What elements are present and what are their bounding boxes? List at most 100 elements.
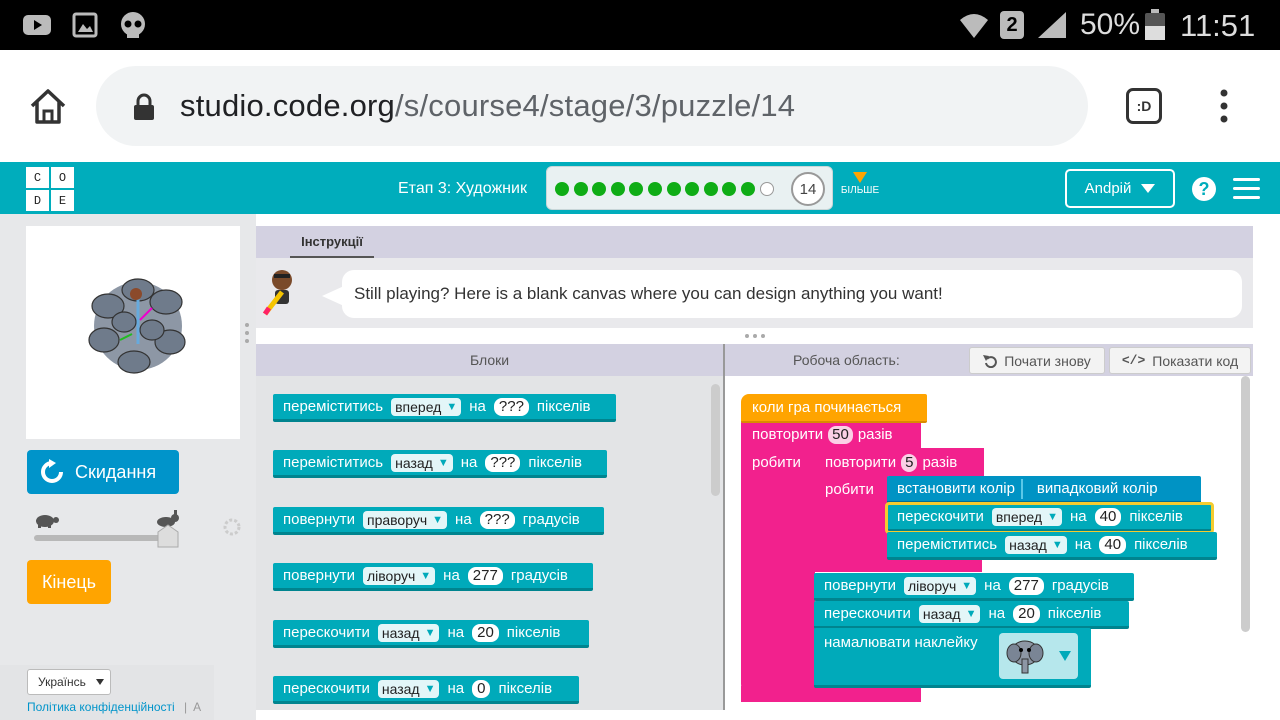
footer-more-link[interactable]: A xyxy=(193,700,201,714)
progress-dot-empty[interactable] xyxy=(759,182,774,196)
block-label: на xyxy=(1074,536,1092,553)
dropdown-arrow-icon: ▼ xyxy=(961,579,973,592)
repeat-block-inner[interactable]: повторити 5 разів xyxy=(814,448,984,476)
amount-input[interactable]: 277 xyxy=(1008,576,1044,595)
direction-dropdown[interactable]: назад ▼ xyxy=(1005,535,1067,554)
progress-dot-completed[interactable] xyxy=(573,182,588,196)
repeat-block-outer[interactable]: повторити 50 разів xyxy=(741,421,921,448)
tab-switcher-icon[interactable]: :D xyxy=(1126,88,1162,124)
current-puzzle-bubble[interactable]: 14 xyxy=(791,172,825,206)
start-over-button[interactable]: Почати знову xyxy=(969,347,1105,374)
progress-dot-completed[interactable] xyxy=(666,182,681,196)
toolbox-block[interactable]: повернути ліворуч ▼ на 277 градусів xyxy=(273,563,593,591)
progress-dot-completed[interactable] xyxy=(685,182,700,196)
amount-input[interactable]: 20 xyxy=(1013,604,1040,623)
amount-input[interactable]: 277 xyxy=(467,566,503,585)
battery-icon xyxy=(1145,9,1165,40)
logo-letter: E xyxy=(51,190,74,211)
amount-input[interactable]: 40 xyxy=(1094,507,1122,526)
block-label: на xyxy=(469,398,486,415)
instructions-resize-icon[interactable] xyxy=(744,333,766,339)
progress-dot-completed[interactable] xyxy=(555,182,569,196)
repeat-count[interactable]: 50 xyxy=(828,426,853,444)
direction-value: назад xyxy=(381,624,420,641)
direction-value: назад xyxy=(381,680,420,697)
when-run-block[interactable]: коли гра починається xyxy=(741,394,927,423)
jump-forward-block[interactable]: перескочити вперед ▼ на 40 пікселів xyxy=(885,502,1214,534)
jump-backward-block[interactable]: перескочити назад ▼ на 20 пікселів xyxy=(814,601,1129,629)
turtle-icon xyxy=(36,515,59,528)
workspace-scrollbar[interactable] xyxy=(1241,376,1250,632)
direction-dropdown[interactable]: ліворуч ▼ xyxy=(362,566,436,585)
url-text[interactable]: studio.code.org/s/course4/stage/3/puzzle… xyxy=(180,88,795,124)
amount-input[interactable]: ??? xyxy=(479,510,515,529)
progress-dot-completed[interactable] xyxy=(703,182,718,196)
more-button[interactable]: БІЛЬШЕ xyxy=(840,172,880,196)
amount-input[interactable]: ??? xyxy=(485,453,521,472)
elephant-pattern-drawing xyxy=(88,278,186,374)
logo-letter: C xyxy=(26,167,49,188)
direction-dropdown[interactable]: назад ▼ xyxy=(918,604,981,623)
speed-slider-track[interactable] xyxy=(34,535,174,541)
block-label: на xyxy=(443,567,460,584)
show-code-button[interactable]: </> Показати код xyxy=(1109,347,1251,374)
dropdown-arrow-icon: ▼ xyxy=(1047,510,1058,523)
start-over-label: Почати знову xyxy=(1004,352,1091,369)
amount-input[interactable]: 40 xyxy=(1099,535,1127,554)
privacy-policy-link[interactable]: Політика конфіденційності xyxy=(27,700,175,714)
reset-button[interactable]: Скидання xyxy=(27,450,179,494)
resize-handle-icon[interactable] xyxy=(244,322,250,344)
unit-label: градусів xyxy=(1051,577,1109,594)
block-label: на xyxy=(447,680,465,697)
toolbox-block[interactable]: переміститись назад ▼ на??? пікселів xyxy=(273,450,607,478)
code-logo[interactable]: C O D E xyxy=(26,167,74,211)
move-backward-block[interactable]: переміститись назад ▼ на 40 пікселів xyxy=(887,532,1217,560)
finish-button[interactable]: Кінець xyxy=(27,560,111,604)
direction-dropdown[interactable]: вперед ▼ xyxy=(391,397,462,416)
user-menu-button[interactable]: Andрій xyxy=(1065,169,1175,208)
repeat-outer-footer xyxy=(741,686,921,702)
amount-input[interactable]: 0 xyxy=(472,679,491,698)
progress-dot-completed[interactable] xyxy=(722,182,737,196)
direction-dropdown[interactable]: назад ▼ xyxy=(391,453,453,472)
home-icon[interactable] xyxy=(28,86,68,126)
instructions-text: Still playing? Here is a blank canvas wh… xyxy=(342,270,1242,318)
toolbox-scrollbar[interactable] xyxy=(711,384,720,496)
set-color-block[interactable]: встановити колір випадковий колір xyxy=(887,476,1201,504)
toolbox-block[interactable]: перескочити назад ▼ на 0 пікселів xyxy=(273,676,579,704)
tab-instructions[interactable]: Інструкції xyxy=(290,226,374,258)
direction-dropdown[interactable]: назад ▼ xyxy=(377,679,440,698)
direction-value: назад xyxy=(1009,536,1047,553)
more-vert-icon[interactable] xyxy=(1216,88,1232,124)
direction-dropdown[interactable]: назад ▼ xyxy=(377,623,440,642)
progress-dot-completed[interactable] xyxy=(629,182,644,196)
sticker-dropdown[interactable] xyxy=(999,633,1078,679)
turn-left-block[interactable]: повернути ліворуч ▼ на 277 градусів xyxy=(814,573,1134,601)
block-label: на xyxy=(1069,508,1087,525)
toolbox-header: Блоки xyxy=(470,352,510,368)
amount-input[interactable]: ??? xyxy=(493,397,529,416)
dropdown-arrow-icon: ▼ xyxy=(424,626,436,639)
block-label: на xyxy=(460,454,478,471)
wifi-icon xyxy=(960,14,988,38)
amount-input[interactable]: 20 xyxy=(472,623,499,642)
progress-dot-completed[interactable] xyxy=(610,182,625,196)
direction-value: ліворуч xyxy=(907,577,957,594)
progress-dot-completed[interactable] xyxy=(592,182,607,196)
toolbox-block[interactable]: переміститись вперед ▼ на??? пікселів xyxy=(273,394,616,422)
progress-dot-completed[interactable] xyxy=(741,182,755,196)
direction-dropdown[interactable]: праворуч ▼ xyxy=(362,510,448,529)
direction-dropdown[interactable]: ліворуч ▼ xyxy=(903,576,977,595)
repeat-count[interactable]: 5 xyxy=(901,454,918,472)
speed-slider-handle[interactable] xyxy=(156,524,180,548)
direction-dropdown[interactable]: вперед ▼ xyxy=(991,507,1062,526)
toolbox-block[interactable]: повернути праворуч ▼ на??? градусів xyxy=(273,507,604,535)
toolbox-block[interactable]: перескочити назад ▼ на 20 пікселів xyxy=(273,620,589,648)
hamburger-menu-icon[interactable] xyxy=(1233,178,1260,200)
help-icon[interactable]: ? xyxy=(1192,177,1216,201)
random-color-value[interactable]: випадковий колір xyxy=(1037,480,1158,497)
lock-icon[interactable] xyxy=(132,93,156,121)
language-select[interactable]: Українсь xyxy=(27,669,111,695)
progress-dot-completed[interactable] xyxy=(648,182,662,196)
unit-label: пікселів xyxy=(1129,508,1183,525)
